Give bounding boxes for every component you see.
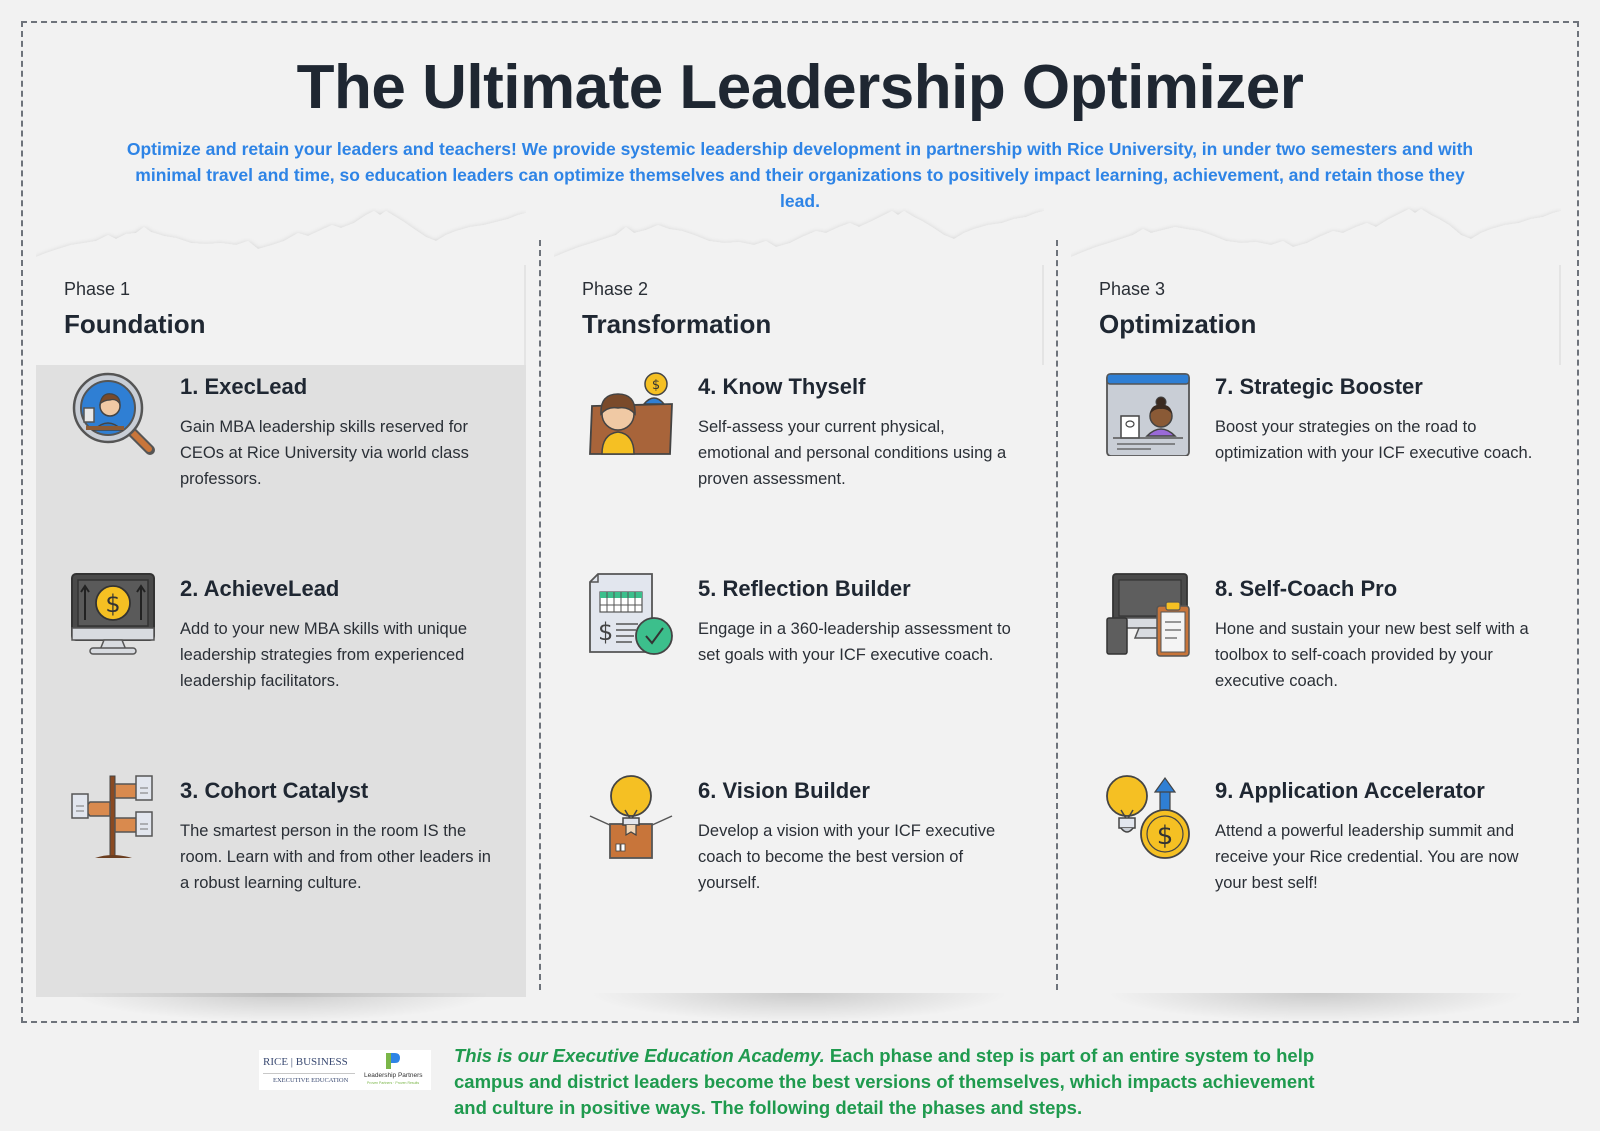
column-divider: [539, 240, 541, 990]
lightbulb-box-icon: [589, 775, 673, 859]
step-card: 8. Self-Coach Pro Hone and sustain your …: [1105, 572, 1545, 742]
footer-italic-lead: This is our Executive Education Academy.: [454, 1045, 825, 1066]
step-description: Hone and sustain your new best self with…: [1215, 620, 1529, 690]
panel-shadow: [1111, 993, 1521, 1021]
svg-text:$: $: [598, 618, 613, 646]
column-divider: [1056, 240, 1058, 990]
partner-logos: RICE | BUSINESS EXECUTIVE EDUCATION Lead…: [259, 1050, 431, 1090]
browser-person-icon: [1106, 373, 1190, 456]
step-card: $ 5. Reflection Builder Engage in a 360-…: [588, 572, 1028, 742]
step-title: 8. Self-Coach Pro: [1215, 576, 1398, 601]
rice-business-sublabel: EXECUTIVE EDUCATION: [273, 1077, 349, 1084]
phase-column-1: Phase 1 Foundation 1. ExecLead Gain MBA …: [36, 205, 526, 1021]
step-title: 6. Vision Builder: [698, 778, 870, 803]
step-card: 1. ExecLead Gain MBA leadership skills r…: [70, 370, 510, 540]
lightbulb-coin-arrow-icon: $: [1106, 775, 1190, 859]
phase-label: Phase 1: [64, 279, 131, 299]
step-description: Develop a vision with your ICF executive…: [698, 822, 996, 892]
logo-divider: [263, 1073, 355, 1074]
step-description: Add to your new MBA skills with unique l…: [180, 620, 468, 690]
step-description: Boost your strategies on the road to opt…: [1215, 418, 1533, 462]
svg-text:$: $: [652, 378, 660, 393]
step-card: $ 9. Application Accelerator Attend a po…: [1105, 774, 1545, 944]
phase-label: Phase 2: [582, 279, 649, 299]
magnifier-person-icon: [72, 372, 155, 455]
phase-column-3: Phase 3 Optimization 7. Strategic Booste…: [1071, 205, 1561, 1021]
step-title: 4. Know Thyself: [698, 374, 866, 399]
phase-label: Phase 3: [1099, 279, 1166, 299]
rice-business-logo: RICE | BUSINESS: [263, 1056, 348, 1068]
person-desk-dollar-icon: $: [589, 372, 673, 455]
step-card: 6. Vision Builder Develop a vision with …: [588, 774, 1028, 944]
devices-clipboard-icon: [1106, 573, 1190, 657]
step-description: Engage in a 360-leadership assessment to…: [698, 620, 1011, 664]
step-card: $ 4. Know Thyself Self-assess your curre…: [588, 370, 1028, 540]
step-title: 9. Application Accelerator: [1215, 778, 1485, 803]
step-title: 3. Cohort Catalyst: [180, 778, 369, 803]
step-card: $ 2. AchieveLead Add to your new MBA ski…: [70, 572, 510, 742]
svg-text:$: $: [1157, 821, 1174, 851]
step-description: Self-assess your current physical, emoti…: [698, 418, 1007, 488]
panel-shadow: [594, 993, 1004, 1021]
step-description: Attend a powerful leadership summit and …: [1215, 822, 1519, 892]
phase-name: Optimization: [1099, 309, 1257, 339]
phase-name: Foundation: [64, 309, 206, 339]
document-check-icon: $: [589, 573, 673, 655]
signpost-icon: [71, 775, 153, 858]
page-title: The Ultimate Leadership Optimizer: [296, 53, 1304, 122]
step-card: 3. Cohort Catalyst The smartest person i…: [70, 774, 510, 944]
panel-shadow: [76, 993, 486, 1021]
step-description: Gain MBA leadership skills reserved for …: [180, 418, 469, 488]
page-subtitle: Optimize and retain your leaders and tea…: [126, 139, 1474, 211]
step-title: 2. AchieveLead: [180, 576, 340, 601]
step-card: 7. Strategic Booster Boost your strategi…: [1105, 370, 1545, 540]
leadership-partners-tagline: Proven Partners · Proven Results: [367, 1081, 420, 1085]
leadership-partners-logo-mark: [386, 1053, 400, 1069]
footer-text: This is our Executive Education Academy.…: [454, 1043, 1334, 1121]
step-title: 1. ExecLead: [180, 374, 308, 399]
phase-name: Transformation: [582, 309, 772, 339]
step-title: 7. Strategic Booster: [1215, 374, 1423, 399]
step-title: 5. Reflection Builder: [698, 576, 911, 601]
step-description: The smartest person in the room IS the r…: [180, 822, 491, 892]
phase-column-2: Phase 2 Transformation $ 4. Know Thyself…: [554, 205, 1044, 1021]
leadership-partners-logo: Leadership Partners: [364, 1072, 423, 1079]
svg-text:$: $: [105, 590, 120, 618]
monitor-dollar-icon: $: [71, 573, 155, 655]
